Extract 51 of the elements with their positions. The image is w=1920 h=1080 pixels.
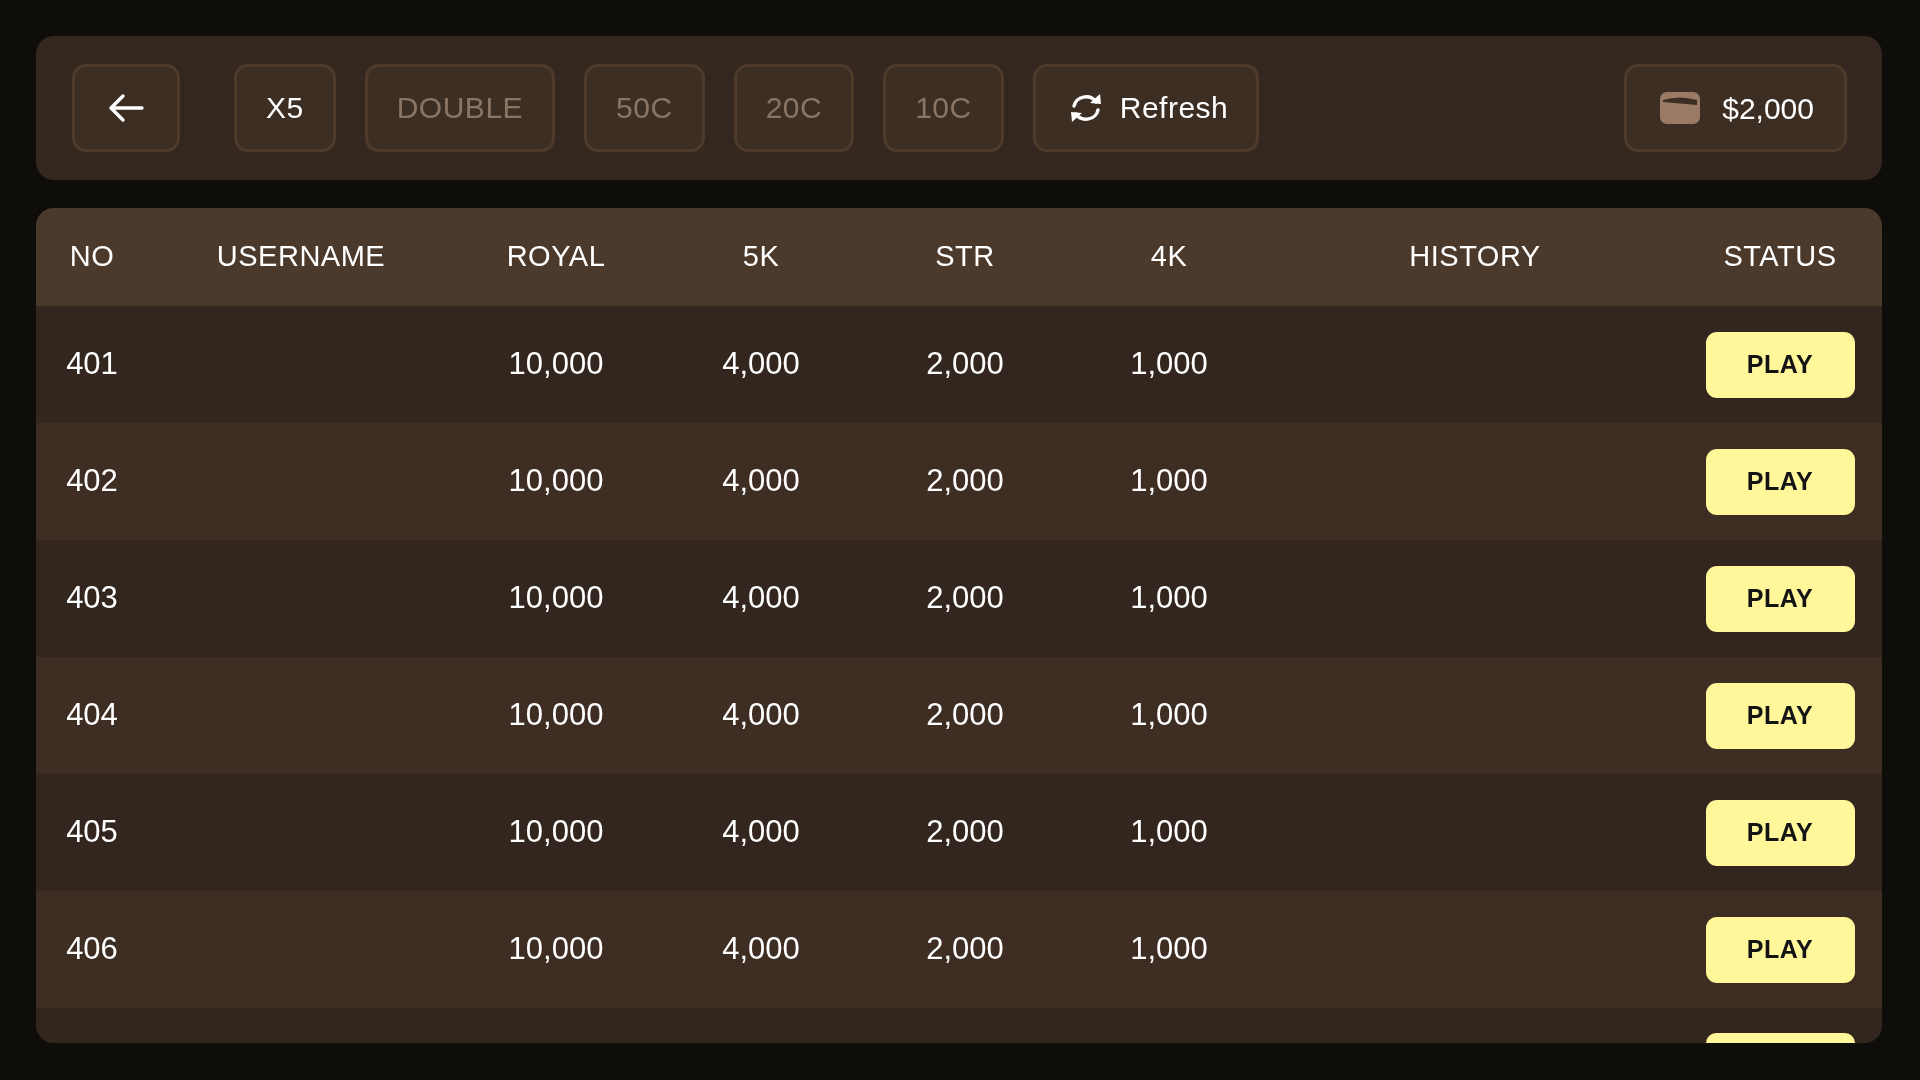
play-button[interactable] <box>1705 1033 1855 1043</box>
table-cell-text: 10,000 <box>508 579 604 618</box>
column-header: NO <box>69 239 115 275</box>
table-cell-text: 401 <box>66 345 118 384</box>
bet-option-button[interactable]: X5 <box>234 64 336 152</box>
table-cell-text: 2,000 <box>926 696 1004 735</box>
table-cell-text: 405 <box>66 813 118 852</box>
refresh-button[interactable]: Refresh <box>1032 64 1260 152</box>
table-cell-text: 4,000 <box>722 813 800 852</box>
arrow-left-icon <box>108 93 144 123</box>
play-button[interactable]: PLAY <box>1705 565 1855 632</box>
table-cell-text: 1,000 <box>1130 345 1208 384</box>
column-header: STR <box>935 239 995 275</box>
table-cell-text: 10,000 <box>508 813 604 852</box>
table-cell-text: 2,000 <box>926 462 1004 501</box>
table-cell-text: 2,000 <box>926 813 1004 852</box>
table-cell-text: 406 <box>66 930 118 969</box>
table-cell-text: 10,000 <box>508 696 604 735</box>
play-button[interactable]: PLAY <box>1705 799 1855 866</box>
table-cell-text: 1,000 <box>1130 930 1208 969</box>
table-cell-text: 402 <box>66 462 118 501</box>
back-button[interactable] <box>72 64 180 152</box>
table-cell-text: 4,000 <box>722 462 800 501</box>
table-cell-text: 2,000 <box>926 579 1004 618</box>
table-cell-text: 10,000 <box>508 462 604 501</box>
column-header: USERNAME <box>216 239 386 275</box>
table-cell-text: 2,000 <box>926 930 1004 969</box>
table-cell-text: 1,000 <box>1130 696 1208 735</box>
play-button[interactable]: PLAY <box>1705 331 1855 398</box>
table-cell-text: 2,000 <box>926 345 1004 384</box>
column-header: 5K <box>742 239 780 275</box>
balance-amount: $2,000 <box>1722 90 1814 127</box>
column-header: ROYAL <box>506 239 606 275</box>
play-button[interactable]: PLAY <box>1705 916 1855 983</box>
table-cell-text: 10,000 <box>508 345 604 384</box>
table-cell-text: 403 <box>66 579 118 618</box>
table-cell-text: 4,000 <box>722 579 800 618</box>
column-header: HISTORY <box>1409 239 1541 275</box>
table-cell-text: 1,000 <box>1130 579 1208 618</box>
play-button[interactable]: PLAY <box>1705 448 1855 515</box>
column-header: 4K <box>1150 239 1188 275</box>
table-cell-text: 4,000 <box>722 345 800 384</box>
table-cell-text: 4,000 <box>722 696 800 735</box>
table-cell-text: 10,000 <box>508 930 604 969</box>
table-cell-text: 1,000 <box>1130 462 1208 501</box>
table-cell-text: 1,000 <box>1130 813 1208 852</box>
table-cell-text: 404 <box>66 696 118 735</box>
table-cell-text: 4,000 <box>722 930 800 969</box>
play-button[interactable]: PLAY <box>1705 682 1855 749</box>
wallet-icon <box>1660 92 1701 124</box>
column-header: STATUS <box>1723 239 1837 275</box>
